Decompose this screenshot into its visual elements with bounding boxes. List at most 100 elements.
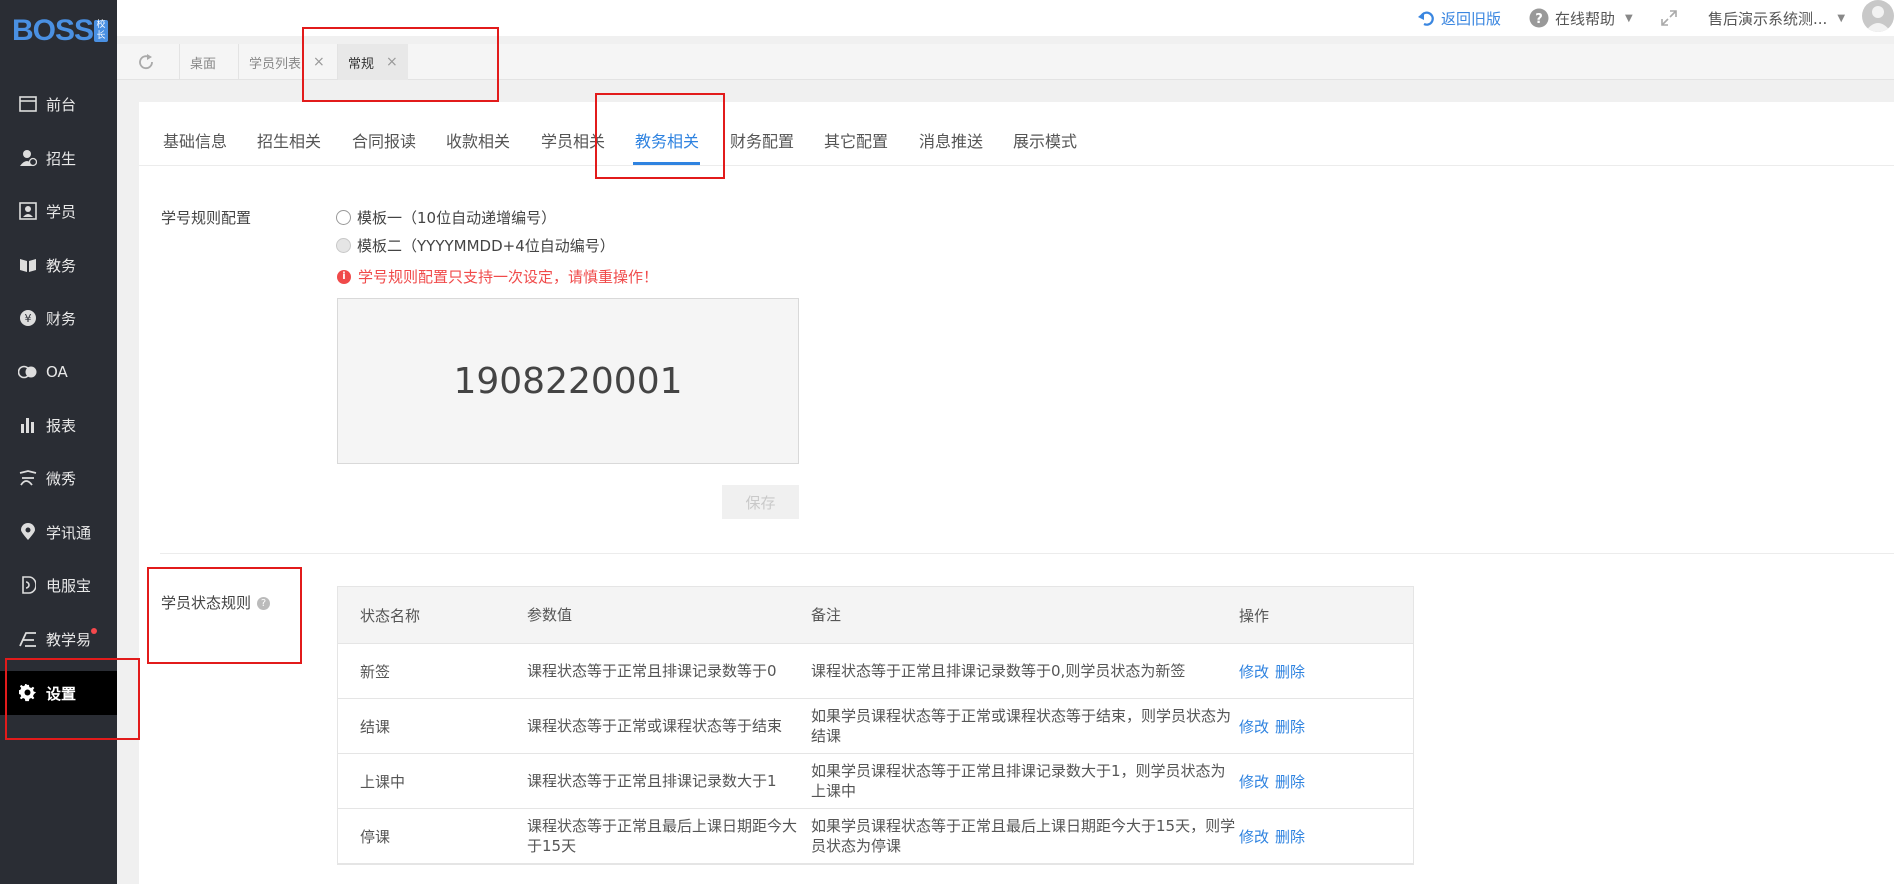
notification-dot <box>91 628 97 634</box>
warning-text: 学号规则配置只支持一次设定，请慎重操作！ <box>358 268 659 286</box>
id-rule-warning: i 学号规则配置只支持一次设定，请慎重操作！ <box>337 266 658 287</box>
sidebar-item-reports[interactable]: 报表 <box>0 403 117 447</box>
tab-message-push[interactable]: 消息推送 <box>919 128 983 152</box>
sidebar-item-weixiu[interactable]: 微秀 <box>0 456 117 500</box>
sidebar-item-jiaoxueyi[interactable]: 教学易 <box>0 617 117 661</box>
template-two-radio[interactable]: 模板二（YYYYMMDD+4位自动编号） <box>336 235 615 256</box>
logo-badge: 校长 <box>94 20 109 42</box>
table-row: 结课 课程状态等于正常或课程状态等于结束 如果学员课程状态等于正常或课程状态等于… <box>338 699 1413 754</box>
sidebar-item-dianfubao[interactable]: 电服宝 <box>0 563 117 607</box>
annotation-box-academic-tab <box>595 93 725 179</box>
tab-payment[interactable]: 收款相关 <box>446 128 510 152</box>
logo-text: BOSS <box>12 14 94 47</box>
sidebar-item-label: 电服宝 <box>46 576 92 595</box>
avatar[interactable] <box>1862 0 1894 32</box>
edit-link[interactable]: 修改 <box>1239 828 1269 846</box>
tab-desktop[interactable]: 桌面 <box>179 44 226 80</box>
sidebar: BOSS 校长 前台 招生 学员 教务 ¥ 财务 OA 报表 微秀 学讯通 电服… <box>0 0 117 884</box>
status-name: 新签 <box>360 662 391 681</box>
annotation-box-general-tab <box>302 27 499 102</box>
expand-icon <box>1660 9 1678 27</box>
annotation-box-status-rule <box>147 567 302 664</box>
status-name: 停课 <box>360 827 391 846</box>
refresh-icon[interactable] <box>137 53 155 71</box>
enroll-icon <box>18 148 38 168</box>
phone-icon <box>18 575 38 595</box>
header-param: 参数值 <box>527 606 573 624</box>
row-actions: 修改 删除 <box>1239 661 1413 682</box>
sidebar-item-students[interactable]: 学员 <box>0 189 117 233</box>
user-name: 售后演示系统测... <box>1708 9 1828 28</box>
online-help-menu[interactable]: ? 在线帮助 ▼ <box>1529 6 1633 30</box>
header-status-name: 状态名称 <box>360 606 421 625</box>
save-button[interactable]: 保存 <box>722 485 799 519</box>
row-actions: 修改 删除 <box>1239 826 1413 847</box>
sidebar-item-label: 教务 <box>46 256 77 275</box>
status-name: 上课中 <box>360 772 406 791</box>
sidebar-item-label: 微秀 <box>46 469 77 488</box>
delete-link[interactable]: 删除 <box>1275 773 1305 791</box>
radio-label: 模板二（YYYYMMDD+4位自动编号） <box>357 237 615 255</box>
param-value: 课程状态等于正常或课程状态等于结束 <box>527 717 783 735</box>
tab-contract[interactable]: 合同报读 <box>352 128 416 152</box>
edit-link[interactable]: 修改 <box>1239 718 1269 736</box>
tab-finance-config[interactable]: 财务配置 <box>730 128 794 152</box>
user-menu[interactable]: 售后演示系统测... ▼ <box>1708 6 1845 30</box>
header-note: 备注 <box>811 606 842 624</box>
svg-text:?: ? <box>1535 12 1543 27</box>
sidebar-item-label: 学讯通 <box>46 523 92 542</box>
settings-subtabs: 基础信息 招生相关 合同报读 收款相关 学员相关 教务相关 财务配置 其它配置 … <box>139 102 1894 166</box>
delete-link[interactable]: 删除 <box>1275 718 1305 736</box>
settings-panel: 基础信息 招生相关 合同报读 收款相关 学员相关 教务相关 财务配置 其它配置 … <box>139 102 1894 884</box>
sidebar-item-oa[interactable]: OA <box>0 350 117 394</box>
note: 如果学员课程状态等于正常且最后上课日期距今大于15天，则学员状态为停课 <box>811 817 1236 855</box>
edit-link[interactable]: 修改 <box>1239 663 1269 681</box>
param-value: 课程状态等于正常且最后上课日期距今大于15天 <box>527 817 798 855</box>
row-actions: 修改 删除 <box>1239 716 1413 737</box>
row-actions: 修改 删除 <box>1239 771 1413 792</box>
param-value: 课程状态等于正常且排课记录数等于0 <box>527 662 777 680</box>
caret-down-icon: ▼ <box>1625 12 1633 24</box>
radio-label: 模板一（10位自动递增编号） <box>357 209 557 227</box>
sidebar-item-enroll[interactable]: 招生 <box>0 136 117 180</box>
sidebar-item-finance[interactable]: ¥ 财务 <box>0 296 117 340</box>
template-one-radio[interactable]: 模板一（10位自动递增编号） <box>336 207 556 228</box>
toggle-icon <box>18 362 38 382</box>
return-old-version-label: 返回旧版 <box>1441 9 1502 28</box>
location-icon <box>18 522 38 542</box>
param-value: 课程状态等于正常且排课记录数大于1 <box>527 772 777 790</box>
tab-basic-info[interactable]: 基础信息 <box>163 128 227 152</box>
wave-icon <box>18 468 38 488</box>
tab-other-config[interactable]: 其它配置 <box>824 128 888 152</box>
annotation-box-settings <box>5 658 140 740</box>
info-icon: i <box>337 269 351 284</box>
question-icon: ? <box>1529 8 1549 28</box>
note: 如果学员课程状态等于正常且排课记录数大于1，则学员状态为上课中 <box>811 762 1226 800</box>
radio-circle <box>336 238 351 253</box>
online-help-label: 在线帮助 <box>1555 9 1616 28</box>
table-row: 新签 课程状态等于正常且排课记录数等于0 课程状态等于正常且排课记录数等于0,则… <box>338 644 1413 699</box>
sidebar-item-frontdesk[interactable]: 前台 <box>0 82 117 126</box>
student-icon <box>18 201 38 221</box>
note: 如果学员课程状态等于正常或课程状态等于结束，则学员状态为结课 <box>811 707 1232 745</box>
return-old-version-link[interactable]: 返回旧版 <box>1417 6 1501 30</box>
undo-icon <box>1417 9 1435 27</box>
delete-link[interactable]: 删除 <box>1275 828 1305 846</box>
sidebar-item-label: 报表 <box>46 416 77 435</box>
sidebar-item-xuexuntong[interactable]: 学讯通 <box>0 510 117 554</box>
bar-chart-icon <box>18 415 38 435</box>
sidebar-item-label: 前台 <box>46 95 77 114</box>
edit-link[interactable]: 修改 <box>1239 773 1269 791</box>
sidebar-item-academic[interactable]: 教务 <box>0 243 117 287</box>
tab-enrollment[interactable]: 招生相关 <box>257 128 321 152</box>
sidebar-item-label: 学员 <box>46 202 77 221</box>
yen-icon: ¥ <box>18 308 38 328</box>
teaching-icon <box>18 629 38 649</box>
logo[interactable]: BOSS 校长 <box>0 0 117 62</box>
sidebar-item-label: 教学易 <box>46 630 92 649</box>
delete-link[interactable]: 删除 <box>1275 663 1305 681</box>
table-row: 上课中 课程状态等于正常且排课记录数大于1 如果学员课程状态等于正常且排课记录数… <box>338 754 1413 809</box>
tab-display-mode[interactable]: 展示模式 <box>1013 128 1077 152</box>
browser-icon <box>18 94 38 114</box>
fullscreen-button[interactable] <box>1660 6 1678 30</box>
